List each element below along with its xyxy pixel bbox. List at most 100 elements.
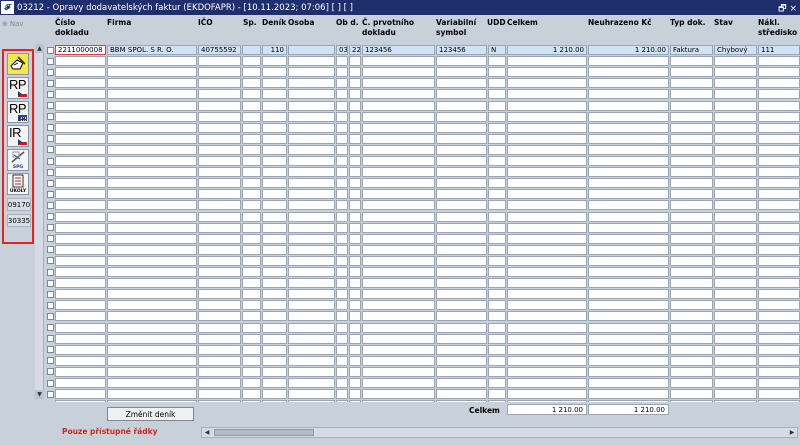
row-select-checkbox[interactable] [47,124,54,132]
table-cell-typ-dok[interactable] [670,322,713,333]
grid-horizontal-scrollbar[interactable]: ◀ ▶ [201,427,798,438]
table-cell-denik[interactable] [262,311,287,322]
table-cell-nakl-stredisko[interactable] [758,89,800,100]
table-cell-prvotni-doklad[interactable] [362,89,435,100]
table-cell-var-symbol[interactable] [436,333,487,344]
table-cell-celkem[interactable] [507,400,587,402]
table-cell-celkem[interactable] [507,78,587,89]
table-cell-udd[interactable] [488,344,506,355]
table-cell-ico[interactable] [198,255,241,266]
table-cell-var-symbol[interactable] [436,111,487,122]
table-cell-denik[interactable] [262,400,287,402]
table-cell-neuhrazeno[interactable]: 1 210.00 [588,45,669,55]
table-cell-firma[interactable] [107,167,197,178]
table-cell-prvotni-doklad[interactable] [362,378,435,388]
table-cell-prvotni-doklad[interactable] [362,100,435,111]
table-cell-ico[interactable] [198,389,241,400]
table-cell-neuhrazeno[interactable] [588,67,669,78]
table-cell-ico[interactable] [198,200,241,211]
table-cell-firma[interactable] [107,200,197,211]
table-cell-firma[interactable] [107,233,197,244]
table-cell-ob-a[interactable] [336,378,348,388]
row-select-checkbox[interactable] [47,335,54,343]
table-cell-var-symbol[interactable] [436,222,487,233]
table-cell-var-symbol[interactable] [436,233,487,244]
table-cell-cislo-dokladu[interactable] [55,355,106,366]
table-cell-sp[interactable] [242,244,261,255]
table-cell-var-symbol[interactable] [436,144,487,155]
table-cell-neuhrazeno[interactable] [588,189,669,200]
table-cell-ob-a[interactable] [336,111,348,122]
table-cell-prvotni-doklad[interactable] [362,244,435,255]
table-cell-denik[interactable]: 110 [262,45,287,55]
table-cell-sp[interactable] [242,366,261,377]
table-cell-ico[interactable] [198,300,241,311]
table-cell-typ-dok[interactable] [670,56,713,67]
table-cell-typ-dok[interactable] [670,78,713,89]
table-cell-stav[interactable] [714,167,757,178]
table-cell-sp[interactable] [242,144,261,155]
table-cell-ico[interactable] [198,122,241,133]
table-cell-cislo-dokladu[interactable] [55,67,106,78]
table-cell-denik[interactable] [262,378,287,388]
table-cell-ob-a[interactable] [336,400,348,402]
table-cell-typ-dok[interactable] [670,222,713,233]
table-cell-var-symbol[interactable] [436,322,487,333]
row-select-checkbox[interactable] [47,79,54,87]
nav-button[interactable]: ⊕ Nav [2,18,34,30]
table-cell-typ-dok[interactable] [670,89,713,100]
table-cell-ob-b[interactable] [349,67,361,78]
table-cell-osoba[interactable] [288,344,335,355]
table-cell-ob-b[interactable] [349,355,361,366]
table-cell-neuhrazeno[interactable] [588,355,669,366]
table-cell-cislo-dokladu[interactable] [55,222,106,233]
table-cell-nakl-stredisko[interactable] [758,244,800,255]
table-cell-typ-dok[interactable] [670,189,713,200]
table-cell-stav[interactable] [714,56,757,67]
table-cell-ob-a[interactable] [336,100,348,111]
row-select-checkbox[interactable] [47,102,54,109]
table-cell-ob-a[interactable] [336,144,348,155]
table-cell-denik[interactable] [262,211,287,222]
table-cell-typ-dok[interactable] [670,244,713,255]
table-cell-prvotni-doklad[interactable] [362,300,435,311]
table-cell-ico[interactable] [198,355,241,366]
table-cell-stav[interactable] [714,222,757,233]
row-select-checkbox[interactable] [47,279,54,287]
scroll-thumb[interactable] [214,429,314,436]
table-cell-denik[interactable] [262,100,287,111]
table-cell-var-symbol[interactable] [436,189,487,200]
table-cell-celkem[interactable] [507,200,587,211]
table-cell-nakl-stredisko[interactable] [758,189,800,200]
table-cell-neuhrazeno[interactable] [588,333,669,344]
table-cell-udd[interactable] [488,333,506,344]
row-select-checkbox[interactable] [47,201,54,209]
column-header[interactable]: Variabilní symbol [436,17,486,43]
table-cell-typ-dok[interactable] [670,200,713,211]
table-cell-ob-b[interactable] [349,133,361,144]
table-cell-cislo-dokladu[interactable] [55,278,106,289]
table-cell-nakl-stredisko[interactable] [758,311,800,322]
table-cell-var-symbol[interactable] [436,133,487,144]
table-cell-firma[interactable]: BBM SPOL. S R. O. [107,45,197,55]
table-cell-denik[interactable] [262,333,287,344]
table-cell-firma[interactable] [107,67,197,78]
table-cell-neuhrazeno[interactable] [588,278,669,289]
table-cell-ob-a[interactable] [336,189,348,200]
table-cell-osoba[interactable] [288,56,335,67]
table-cell-cislo-dokladu[interactable] [55,389,106,400]
table-cell-prvotni-doklad[interactable] [362,355,435,366]
table-cell-sp[interactable] [242,78,261,89]
table-cell-neuhrazeno[interactable] [588,122,669,133]
table-cell-prvotni-doklad[interactable] [362,56,435,67]
table-cell-celkem[interactable] [507,278,587,289]
table-cell-firma[interactable] [107,156,197,166]
table-cell-celkem[interactable]: 1 210.00 [507,45,587,55]
table-cell-firma[interactable] [107,289,197,300]
scroll-down-icon[interactable]: ▼ [35,390,44,399]
table-cell-osoba[interactable] [288,78,335,89]
table-cell-osoba[interactable] [288,122,335,133]
table-cell-stav[interactable] [714,211,757,222]
table-cell-cislo-dokladu[interactable] [55,322,106,333]
ir-cz-button[interactable]: IR [7,125,29,147]
